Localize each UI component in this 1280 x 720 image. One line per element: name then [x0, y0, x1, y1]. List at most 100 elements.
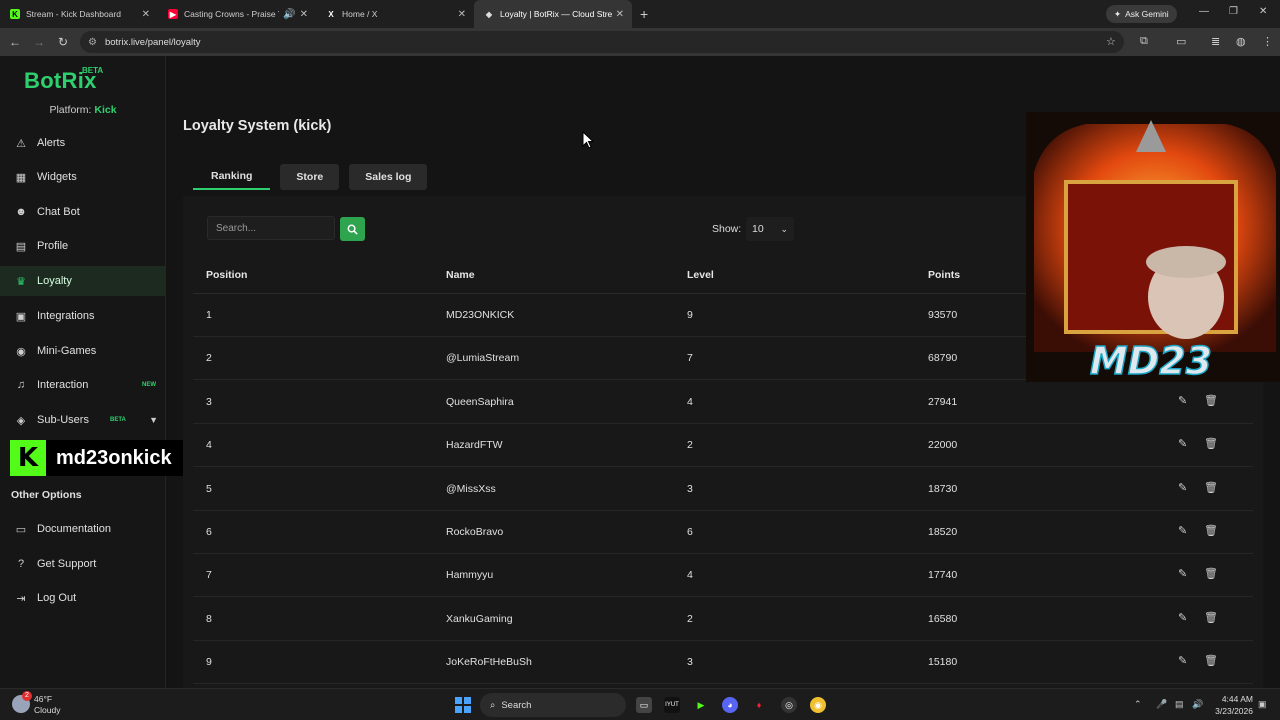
search-button[interactable]: [340, 217, 365, 241]
close-tab-icon[interactable]: ✕: [616, 9, 624, 20]
cell-level: 7: [687, 352, 693, 365]
cast-icon[interactable]: ▭: [1176, 35, 1186, 48]
sidebar-item-label: Mini-Games: [37, 345, 97, 357]
sidebar-item-get-support[interactable]: ? Get Support: [0, 549, 166, 579]
sidebar-item-chat-bot[interactable]: ☻ Chat Bot: [0, 197, 166, 227]
taskbar-clock[interactable]: 4:44 AM 3/23/2026: [1207, 693, 1253, 717]
delete-trash-icon[interactable]: 🗑: [1204, 481, 1218, 494]
sidebar-item-label: Widgets: [37, 171, 77, 183]
menu-dots-icon[interactable]: ⋮: [1262, 35, 1273, 48]
browser-tab-youtube[interactable]: ▶ Casting Crowns - Praise Yo... 🔊 ✕: [158, 0, 316, 28]
tray-chevron-icon[interactable]: ⌃: [1134, 699, 1142, 710]
media-icon[interactable]: ≣: [1211, 35, 1220, 48]
close-tab-icon[interactable]: ✕: [458, 9, 466, 20]
botrix-app: BotRix BETA Platform: Kick ⚠ Alerts ▦ Wi…: [0, 56, 1280, 688]
close-tab-icon[interactable]: ✕: [142, 9, 150, 20]
trophy-icon: ♛: [16, 275, 26, 288]
sidebar-item-alerts[interactable]: ⚠ Alerts: [0, 128, 166, 158]
page-size-select[interactable]: 10 ⌄: [746, 217, 794, 241]
column-level[interactable]: Level: [687, 269, 714, 281]
cell-points: 18520: [928, 526, 958, 538]
notifications-icon[interactable]: ▣: [1258, 699, 1267, 710]
close-tab-icon[interactable]: ✕: [300, 9, 308, 20]
sidebar-item-label: Loyalty: [37, 275, 72, 287]
tab-store[interactable]: Store: [280, 164, 340, 190]
forward-arrow-icon[interactable]: →: [27, 35, 51, 49]
bookmark-star-icon[interactable]: ☆: [1106, 35, 1116, 48]
edit-pencil-icon[interactable]: ✎: [1178, 524, 1187, 537]
cell-level: 6: [687, 526, 693, 538]
sidebar-item-mini-games[interactable]: ◉ Mini-Games: [0, 336, 166, 366]
kick-play-icon[interactable]: ▶: [693, 697, 709, 713]
window-close-icon[interactable]: ✕: [1259, 6, 1267, 17]
sidebar-item-interaction[interactable]: ♫ Interaction NEW: [0, 370, 166, 400]
microphone-icon[interactable]: 🎤: [1156, 699, 1167, 710]
table-row: 3 QueenSaphira 4 27941 ✎ 🗑: [193, 381, 1253, 424]
obs-icon[interactable]: ◎: [781, 697, 797, 713]
weather-widget[interactable]: 46°F Cloudy: [34, 694, 60, 716]
sidebar-item-label: Sub-Users: [37, 414, 89, 426]
cell-points: 22000: [928, 439, 958, 452]
cell-name: HazardFTW: [446, 439, 503, 452]
pin-app-icon[interactable]: ♦: [751, 697, 767, 713]
edit-pencil-icon[interactable]: ✎: [1178, 611, 1187, 624]
column-name[interactable]: Name: [446, 269, 475, 281]
delete-trash-icon[interactable]: 🗑: [1204, 524, 1218, 537]
delete-trash-icon[interactable]: 🗑: [1204, 437, 1218, 450]
profile-avatar-icon[interactable]: ◍: [1236, 35, 1246, 48]
reload-icon[interactable]: ↻: [51, 35, 75, 49]
weather-temp: 46°F: [34, 694, 53, 704]
restore-icon[interactable]: ❐: [1229, 6, 1238, 17]
chevron-down-icon[interactable]: ▼: [149, 415, 158, 425]
edit-pencil-icon[interactable]: ✎: [1178, 394, 1187, 407]
iyut-app-icon[interactable]: IYUT: [664, 697, 680, 713]
sidebar-item-log-out[interactable]: ⇥ Log Out: [0, 583, 166, 613]
sidebar-item-integrations[interactable]: ▣ Integrations: [0, 301, 166, 331]
file-explorer-icon[interactable]: ▭: [636, 697, 652, 713]
minimize-icon[interactable]: —: [1199, 6, 1209, 17]
taskbar-search[interactable]: ⌕ Search: [480, 693, 626, 717]
speaker-icon[interactable]: 🔊: [283, 9, 295, 20]
column-points[interactable]: Points: [928, 269, 960, 281]
windows-taskbar: 2 46°F Cloudy ⌕ Search ▭ IYUT ▶ ◕ ♦ ◎ ◉ …: [0, 688, 1280, 720]
delete-trash-icon[interactable]: 🗑: [1204, 567, 1218, 580]
windows-start-icon[interactable]: [455, 697, 471, 713]
site-info-icon[interactable]: ⚙: [88, 37, 97, 48]
sidebar-item-profile[interactable]: ▤ Profile: [0, 231, 166, 261]
delete-trash-icon[interactable]: 🗑: [1204, 654, 1218, 667]
sidebar-item-widgets[interactable]: ▦ Widgets: [0, 162, 166, 192]
browser-tab-kick[interactable]: K Stream - Kick Dashboard ✕: [0, 0, 158, 28]
ask-gemini-button[interactable]: ✦ Ask Gemini: [1106, 5, 1177, 23]
network-icon[interactable]: ▤: [1175, 699, 1184, 710]
edit-pencil-icon[interactable]: ✎: [1178, 481, 1187, 494]
cell-points: 18730: [928, 482, 958, 495]
sidebar-item-documentation[interactable]: ▭ Documentation: [0, 514, 166, 544]
browser-tab-x[interactable]: X Home / X ✕: [316, 0, 474, 28]
edit-pencil-icon[interactable]: ✎: [1178, 437, 1187, 450]
chrome-icon[interactable]: ◉: [810, 697, 826, 713]
sidebar-item-sub-users[interactable]: ◈ Sub-Users BETA ▼: [0, 405, 166, 435]
volume-icon[interactable]: 🔊: [1192, 699, 1203, 710]
md23-logo-text: MD23: [1090, 339, 1212, 382]
back-arrow-icon[interactable]: ←: [3, 35, 27, 49]
delete-trash-icon[interactable]: 🗑: [1204, 611, 1218, 624]
tab-ranking[interactable]: Ranking: [193, 164, 271, 190]
delete-trash-icon[interactable]: 🗑: [1204, 394, 1218, 407]
search-input[interactable]: Search...: [207, 216, 335, 240]
new-tab-button[interactable]: +: [640, 6, 648, 22]
sidebar-item-label: Integrations: [37, 310, 95, 322]
edit-pencil-icon[interactable]: ✎: [1178, 654, 1187, 667]
address-bar[interactable]: ⚙ botrix.live/panel/loyalty: [80, 31, 1124, 53]
cell-name: JoKeRoFtHeBuSh: [446, 656, 532, 669]
browser-tab-botrix[interactable]: ◆ Loyalty | BotRix — Cloud Strea... ✕: [474, 0, 632, 28]
tab-sales-log[interactable]: Sales log: [349, 164, 428, 190]
gemini-sparkle-icon: ✦: [1114, 8, 1122, 19]
sidebar-item-loyalty[interactable]: ♛ Loyalty: [0, 266, 166, 296]
discord-icon[interactable]: ◕: [722, 697, 738, 713]
edit-pencil-icon[interactable]: ✎: [1178, 567, 1187, 580]
platform-indicator: Platform: Kick: [0, 104, 166, 116]
new-badge: NEW: [142, 382, 156, 388]
extensions-icon[interactable]: ⧉: [1140, 35, 1148, 48]
column-position[interactable]: Position: [206, 269, 247, 281]
table-row: 6 RockoBravo 6 18520 ✎ 🗑: [193, 511, 1253, 554]
